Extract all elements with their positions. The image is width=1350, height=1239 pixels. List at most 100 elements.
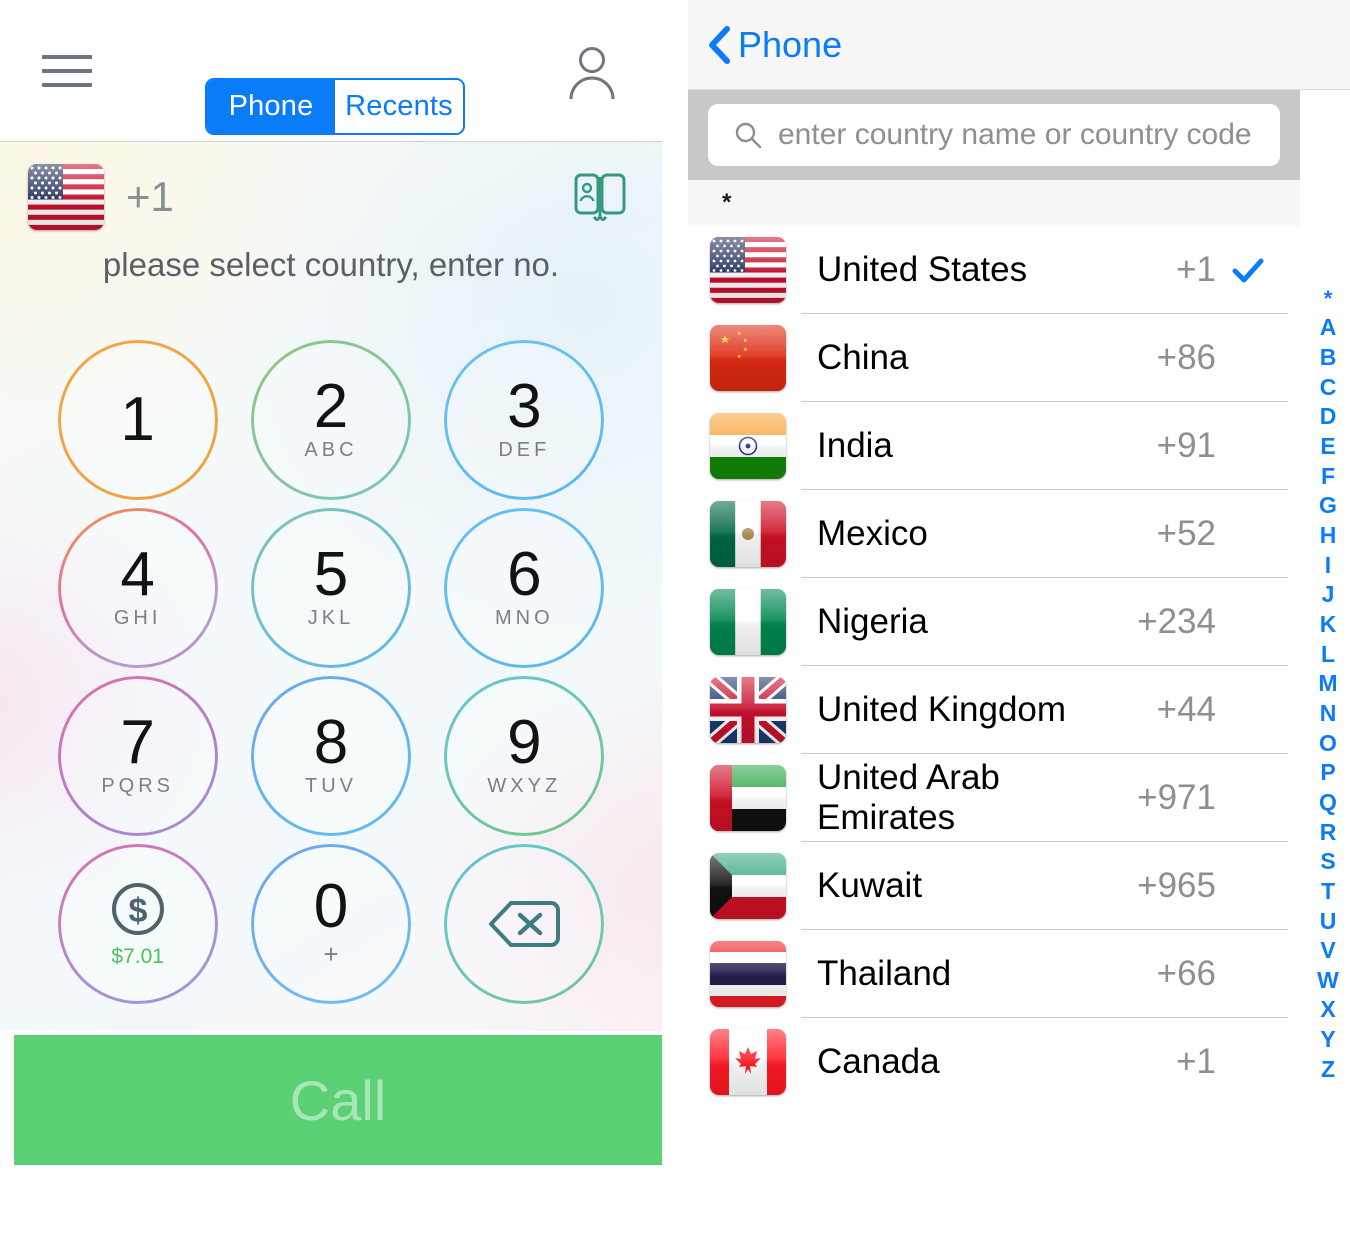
alphabet-index-u[interactable]: U xyxy=(1320,907,1337,937)
country-name: Canada xyxy=(817,1042,940,1081)
phone-recents-segmented-control[interactable]: Phone Recents xyxy=(205,78,465,135)
country-code: +965 xyxy=(1137,866,1216,905)
alphabet-index-j[interactable]: J xyxy=(1322,580,1335,610)
chevron-left-icon[interactable] xyxy=(706,25,732,64)
th-flag xyxy=(710,941,786,1007)
country-name: Thailand xyxy=(817,954,952,993)
call-button[interactable]: Call xyxy=(14,1035,662,1165)
search-input[interactable]: enter country name or country code xyxy=(708,104,1280,166)
in-flag xyxy=(710,413,786,479)
dial-code-value: +1 xyxy=(126,173,174,220)
dialer-hint-text: please select country, enter no. xyxy=(102,246,560,283)
alphabet-index-l[interactable]: L xyxy=(1321,640,1335,670)
alphabet-index-r[interactable]: R xyxy=(1320,818,1337,848)
table-row[interactable]: United States +1 xyxy=(688,226,1300,314)
dialpad-key-balance[interactable]: $ $7.01 xyxy=(57,844,218,1004)
country-code: +52 xyxy=(1156,514,1216,553)
section-header-star: * xyxy=(688,180,1300,226)
dialpad-key-6[interactable]: 6 MNO xyxy=(444,508,605,668)
us-flag xyxy=(710,237,786,303)
alphabet-index-h[interactable]: H xyxy=(1320,521,1337,551)
key-digit: 4 xyxy=(120,539,155,609)
key-letters: ABC xyxy=(304,439,358,462)
country-name: Kuwait xyxy=(817,866,923,905)
tab-recents[interactable]: Recents xyxy=(335,80,463,133)
country-name: United States xyxy=(817,250,1028,289)
alphabet-index-o[interactable]: O xyxy=(1319,729,1337,759)
back-button-label[interactable]: Phone xyxy=(738,24,842,66)
mx-flag xyxy=(710,501,786,567)
dialpad-key-3[interactable]: 3 DEF xyxy=(444,340,605,500)
country-name: India xyxy=(817,426,893,465)
key-digit: 2 xyxy=(313,371,349,441)
alphabet-index-star[interactable]: * xyxy=(1324,285,1333,313)
alphabet-index-i[interactable]: I xyxy=(1325,551,1331,581)
country-name: Mexico xyxy=(817,514,928,553)
tab-phone[interactable]: Phone xyxy=(207,80,335,133)
ca-flag xyxy=(710,1029,786,1095)
dialpad-key-9[interactable]: 9 WXYZ xyxy=(444,676,605,836)
table-row[interactable]: United Kingdom +44 xyxy=(688,666,1300,754)
table-row[interactable]: United Arab Emirates +971 xyxy=(688,754,1300,842)
table-row[interactable]: Mexico +52 xyxy=(688,490,1300,578)
country-picker-navbar: Phone xyxy=(688,0,1350,90)
alphabet-index-t[interactable]: T xyxy=(1321,877,1335,907)
alphabet-index-a[interactable]: A xyxy=(1320,313,1337,343)
alphabet-index-x[interactable]: X xyxy=(1320,995,1335,1025)
alphabet-index-k[interactable]: K xyxy=(1320,610,1337,640)
alphabet-index-b[interactable]: B xyxy=(1320,343,1337,373)
dialpad-key-0[interactable]: 0 + xyxy=(250,844,411,1004)
table-row[interactable]: Thailand +66 xyxy=(688,930,1300,1018)
dialpad-key-5[interactable]: 5 JKL xyxy=(250,508,411,668)
search-bar-container: enter country name or country code xyxy=(688,90,1300,180)
alphabet-index-e[interactable]: E xyxy=(1320,432,1335,462)
alphabet-index-m[interactable]: M xyxy=(1318,669,1337,699)
alphabet-index-d[interactable]: D xyxy=(1320,402,1337,432)
key-letters: MNO xyxy=(494,607,554,630)
dialpad-key-4[interactable]: 4 GHI xyxy=(57,508,218,668)
key-letters: TUV xyxy=(304,775,357,798)
country-code: +44 xyxy=(1156,690,1216,729)
alphabet-index-g[interactable]: G xyxy=(1319,491,1337,521)
alphabet-index-c[interactable]: C xyxy=(1320,373,1337,403)
table-row[interactable]: Nigeria +234 xyxy=(688,578,1300,666)
dialpad-key-8[interactable]: 8 TUV xyxy=(250,676,411,836)
country-code: +66 xyxy=(1156,954,1216,993)
us-flag[interactable] xyxy=(28,164,104,230)
svg-text:$: $ xyxy=(128,892,147,930)
alphabet-index-q[interactable]: Q xyxy=(1319,788,1337,818)
dialpad-key-delete[interactable] xyxy=(444,844,605,1004)
key-digit: 9 xyxy=(507,707,542,777)
alphabet-index-y[interactable]: Y xyxy=(1320,1025,1335,1055)
gb-flag xyxy=(710,677,786,743)
table-row[interactable]: India +91 xyxy=(688,402,1300,490)
alphabet-index-v[interactable]: V xyxy=(1320,936,1335,966)
key-digit: 0 xyxy=(313,871,349,941)
person-icon[interactable] xyxy=(564,43,620,99)
dialpad-key-7[interactable]: 7 PQRS xyxy=(57,676,218,836)
alphabet-index-p[interactable]: P xyxy=(1320,758,1335,788)
table-row[interactable]: Kuwait +965 xyxy=(688,842,1300,930)
kw-flag xyxy=(710,853,786,919)
dialer-body: +1 please select country, enter no. 1 2 xyxy=(0,142,662,1031)
alphabet-index-w[interactable]: W xyxy=(1317,966,1339,996)
alphabet-index-n[interactable]: N xyxy=(1320,699,1337,729)
table-row[interactable]: China +86 xyxy=(688,314,1300,402)
dollar-circle-icon: $ xyxy=(111,883,164,935)
ng-flag xyxy=(710,589,786,655)
alphabet-index[interactable]: * A B C D E F G H I J K L M N O P Q R S T U V W X Y Z xyxy=(1306,285,1350,1084)
dialpad-key-2[interactable]: 2 ABC xyxy=(250,340,411,500)
key-digit: 7 xyxy=(120,707,155,777)
hamburger-icon[interactable] xyxy=(42,54,92,87)
country-name: United Kingdom xyxy=(817,690,1067,729)
alphabet-index-s[interactable]: S xyxy=(1320,847,1335,877)
alphabet-index-z[interactable]: Z xyxy=(1321,1055,1335,1085)
country-name: Nigeria xyxy=(817,602,928,641)
balance-amount: $7.01 xyxy=(111,945,164,968)
key-digit: 5 xyxy=(313,539,349,609)
address-book-icon[interactable] xyxy=(574,173,626,221)
dialpad-key-1[interactable]: 1 xyxy=(57,340,218,500)
check-icon xyxy=(1232,258,1264,283)
alphabet-index-f[interactable]: F xyxy=(1321,462,1335,492)
table-row[interactable]: Canada +1 xyxy=(688,1018,1300,1106)
